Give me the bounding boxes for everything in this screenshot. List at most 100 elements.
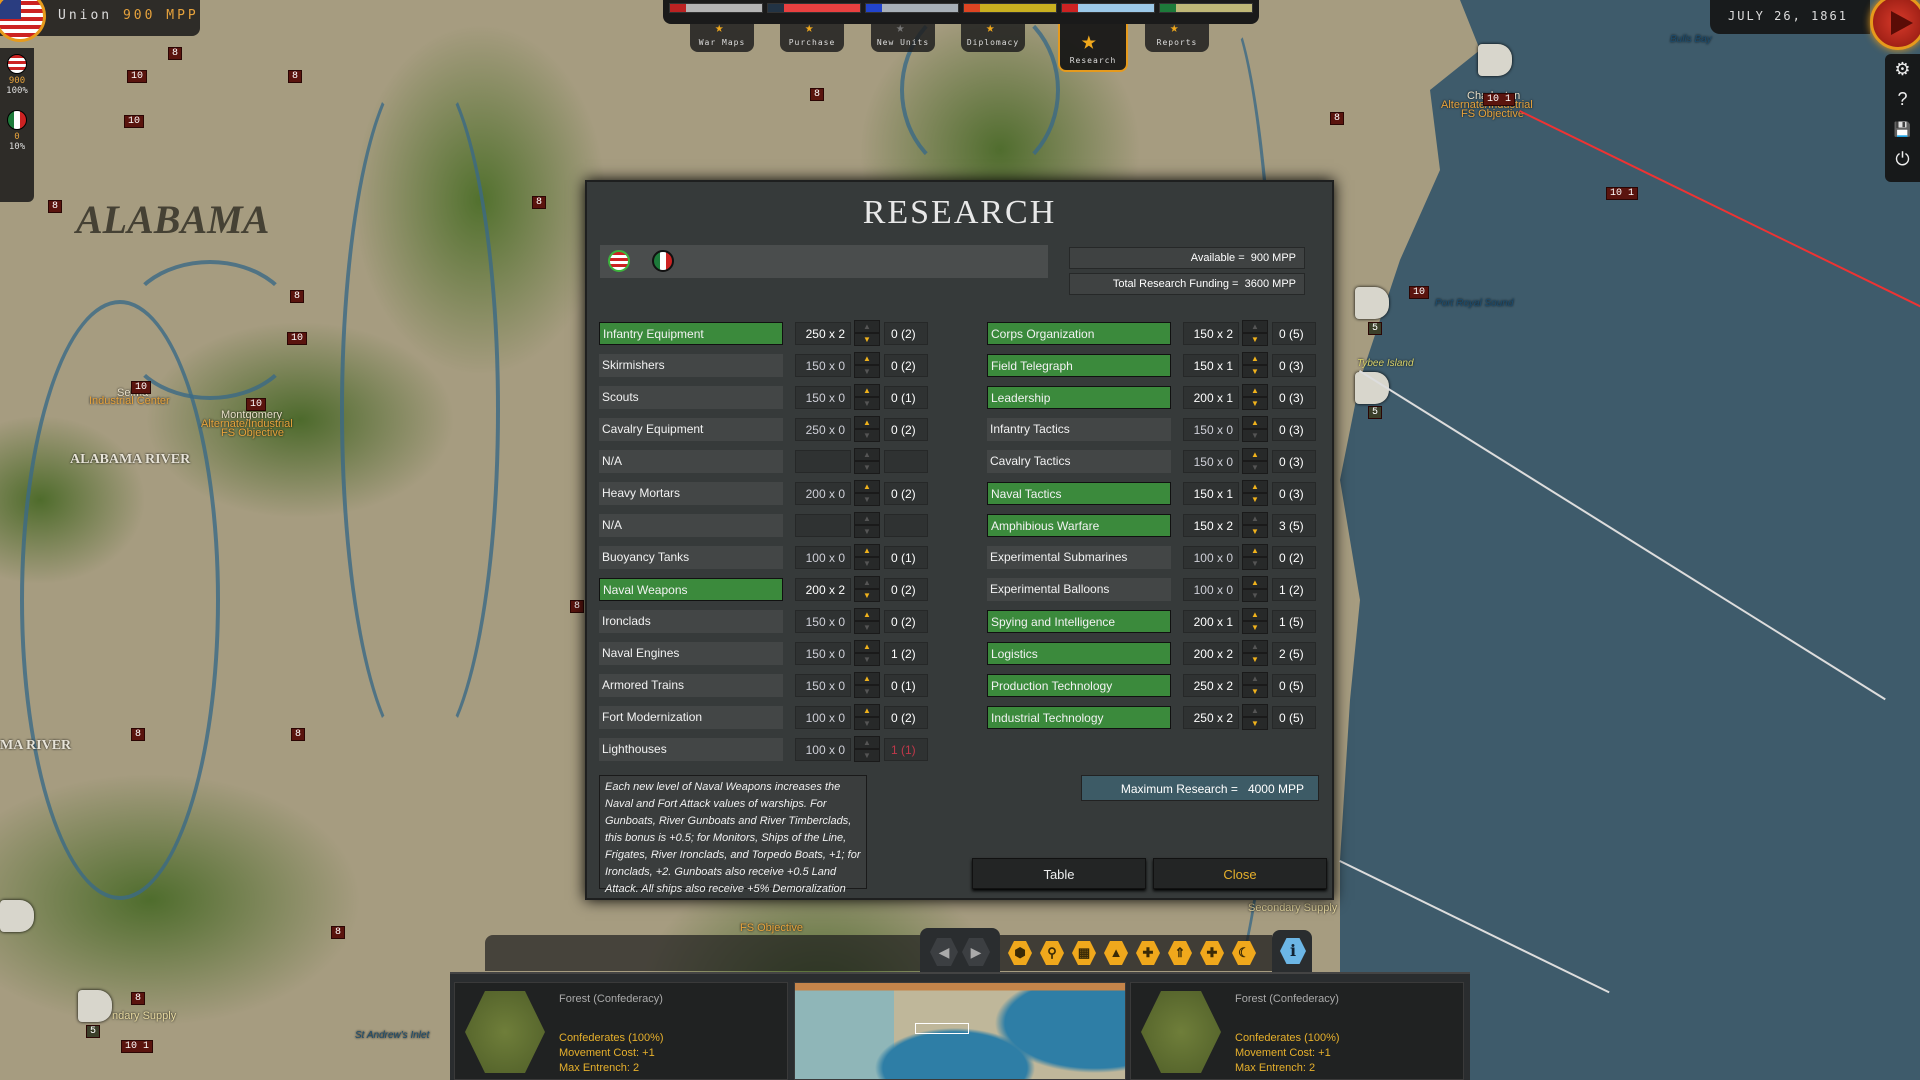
research-name[interactable]: Buoyancy Tanks bbox=[599, 546, 783, 569]
decrease-arrow-icon[interactable]: ▼ bbox=[1242, 333, 1268, 346]
research-name[interactable]: N/A bbox=[599, 450, 783, 473]
research-name[interactable]: Naval Weapons bbox=[599, 578, 783, 601]
city-strength-badge: 8 bbox=[168, 47, 183, 60]
tab-research[interactable]: ★ Research bbox=[1058, 24, 1128, 72]
research-name[interactable]: Scouts bbox=[599, 386, 783, 409]
usa-flag-icon[interactable] bbox=[0, 0, 46, 42]
prev-unit-button[interactable]: ◀ bbox=[930, 938, 958, 966]
fortress-unit[interactable] bbox=[0, 900, 34, 932]
tab-purchase[interactable]: ★ Purchase bbox=[780, 20, 844, 52]
double-arrow-up-action-icon[interactable]: ⇑ bbox=[1168, 941, 1192, 965]
usa-flag-icon[interactable] bbox=[7, 54, 27, 74]
arrow-up-action-icon[interactable]: ▲ bbox=[1104, 941, 1128, 965]
decrease-arrow-icon[interactable]: ▼ bbox=[1242, 525, 1268, 538]
increase-arrow-icon[interactable]: ▲ bbox=[854, 384, 880, 397]
mexico-flag-icon[interactable] bbox=[7, 110, 27, 130]
fortress-unit[interactable] bbox=[1478, 44, 1512, 76]
mexico-flag-icon[interactable] bbox=[652, 250, 674, 272]
decrease-arrow-icon[interactable]: ▼ bbox=[1242, 685, 1268, 698]
mobilization-bar-spain[interactable] bbox=[963, 3, 1057, 13]
increase-arrow-icon[interactable]: ▲ bbox=[854, 416, 880, 429]
research-name[interactable]: Industrial Technology bbox=[987, 706, 1171, 729]
increase-arrow-icon[interactable]: ▲ bbox=[1242, 576, 1268, 589]
decrease-arrow-icon[interactable]: ▼ bbox=[854, 589, 880, 602]
research-name[interactable]: Experimental Balloons bbox=[987, 578, 1171, 601]
soldier-action-icon[interactable]: ⚲ bbox=[1040, 941, 1064, 965]
mobilization-bar-usa[interactable] bbox=[1061, 3, 1155, 13]
tab-new-units[interactable]: ★ New Units bbox=[871, 20, 935, 52]
research-name[interactable]: N/A bbox=[599, 514, 783, 537]
decrease-arrow-icon[interactable]: ▼ bbox=[1242, 621, 1268, 634]
research-name[interactable]: Fort Modernization bbox=[599, 706, 783, 729]
hexagon-action-icon[interactable]: ⬢ bbox=[1008, 941, 1032, 965]
research-name[interactable]: Cavalry Tactics bbox=[987, 450, 1171, 473]
tab-diplomacy[interactable]: ★ Diplomacy bbox=[961, 20, 1025, 52]
increase-arrow-icon[interactable]: ▲ bbox=[1242, 416, 1268, 429]
usa-flag-icon[interactable] bbox=[608, 250, 630, 272]
increase-arrow-icon[interactable]: ▲ bbox=[854, 480, 880, 493]
increase-arrow-icon[interactable]: ▲ bbox=[1242, 608, 1268, 621]
help-icon[interactable]: ? bbox=[1885, 84, 1920, 114]
decrease-arrow-icon[interactable]: ▼ bbox=[854, 333, 880, 346]
fortify-action-icon[interactable]: ▦ bbox=[1072, 941, 1096, 965]
research-name[interactable]: Field Telegraph bbox=[987, 354, 1171, 377]
research-name[interactable]: Cavalry Equipment bbox=[599, 418, 783, 441]
mobilization-bar-confederacy[interactable] bbox=[669, 3, 763, 13]
mobilization-bar-united-kingdom[interactable] bbox=[767, 3, 861, 13]
plus-action-icon[interactable]: ✚ bbox=[1136, 941, 1160, 965]
save-icon[interactable]: 💾 bbox=[1885, 114, 1920, 144]
research-name[interactable]: Heavy Mortars bbox=[599, 482, 783, 505]
research-name[interactable]: Ironclads bbox=[599, 610, 783, 633]
increase-arrow-icon[interactable]: ▲ bbox=[854, 608, 880, 621]
research-name[interactable]: Leadership bbox=[987, 386, 1171, 409]
research-name[interactable]: Infantry Equipment bbox=[599, 322, 783, 345]
power-icon[interactable]: ⏻ bbox=[1885, 144, 1920, 174]
moon-action-icon[interactable]: ☾ bbox=[1232, 941, 1256, 965]
decrease-arrow-icon[interactable]: ▼ bbox=[1242, 397, 1268, 410]
gear-icon[interactable]: ⚙ bbox=[1885, 54, 1920, 84]
mobilization-bar-france[interactable] bbox=[865, 3, 959, 13]
research-row: Armored Trains 150 x 0 ▲ ▼ 0 (1) bbox=[599, 672, 939, 706]
research-name[interactable]: Experimental Submarines bbox=[987, 546, 1171, 569]
research-name[interactable]: Corps Organization bbox=[987, 322, 1171, 345]
minimap-viewport[interactable] bbox=[915, 1023, 969, 1034]
close-button[interactable]: Close bbox=[1153, 858, 1327, 889]
research-name[interactable]: Skirmishers bbox=[599, 354, 783, 377]
research-name[interactable]: Amphibious Warfare bbox=[987, 514, 1171, 537]
increase-arrow-icon[interactable]: ▲ bbox=[1242, 352, 1268, 365]
minimap[interactable] bbox=[794, 982, 1126, 1080]
research-level: 0 (5) bbox=[1272, 674, 1316, 697]
research-name[interactable]: Production Technology bbox=[987, 674, 1171, 697]
increase-arrow-icon[interactable]: ▲ bbox=[1242, 544, 1268, 557]
increase-arrow-icon[interactable]: ▲ bbox=[1242, 480, 1268, 493]
research-name[interactable]: Lighthouses bbox=[599, 738, 783, 761]
tab-reports[interactable]: ★ Reports bbox=[1145, 20, 1209, 52]
research-name[interactable]: Naval Engines bbox=[599, 642, 783, 665]
info-button[interactable]: i bbox=[1272, 930, 1312, 972]
research-name[interactable]: Infantry Tactics bbox=[987, 418, 1171, 441]
fortress-unit[interactable] bbox=[78, 990, 112, 1022]
research-name[interactable]: Logistics bbox=[987, 642, 1171, 665]
tab-war-maps[interactable]: ★ War Maps bbox=[690, 20, 754, 52]
decrease-arrow-icon[interactable]: ▼ bbox=[1242, 365, 1268, 378]
plus-circle-action-icon[interactable]: ✚ bbox=[1200, 941, 1224, 965]
increase-arrow-icon[interactable]: ▲ bbox=[1242, 448, 1268, 461]
increase-arrow-icon[interactable]: ▲ bbox=[854, 704, 880, 717]
mobilization-bar-mexico[interactable] bbox=[1159, 3, 1253, 13]
nation-mpp: 900 MPP bbox=[122, 8, 199, 23]
increase-arrow-icon[interactable]: ▲ bbox=[854, 544, 880, 557]
decrease-arrow-icon[interactable]: ▼ bbox=[1242, 653, 1268, 666]
next-unit-button[interactable]: ▶ bbox=[962, 938, 990, 966]
fortress-unit[interactable] bbox=[1355, 287, 1389, 319]
increase-arrow-icon[interactable]: ▲ bbox=[854, 640, 880, 653]
research-cost: 250 x 2 bbox=[1183, 674, 1239, 697]
research-name[interactable]: Spying and Intelligence bbox=[987, 610, 1171, 633]
increase-arrow-icon[interactable]: ▲ bbox=[854, 672, 880, 685]
decrease-arrow-icon[interactable]: ▼ bbox=[1242, 717, 1268, 730]
table-button[interactable]: Table bbox=[972, 858, 1146, 889]
increase-arrow-icon[interactable]: ▲ bbox=[854, 352, 880, 365]
increase-arrow-icon[interactable]: ▲ bbox=[1242, 384, 1268, 397]
research-name[interactable]: Naval Tactics bbox=[987, 482, 1171, 505]
decrease-arrow-icon[interactable]: ▼ bbox=[1242, 493, 1268, 506]
research-name[interactable]: Armored Trains bbox=[599, 674, 783, 697]
